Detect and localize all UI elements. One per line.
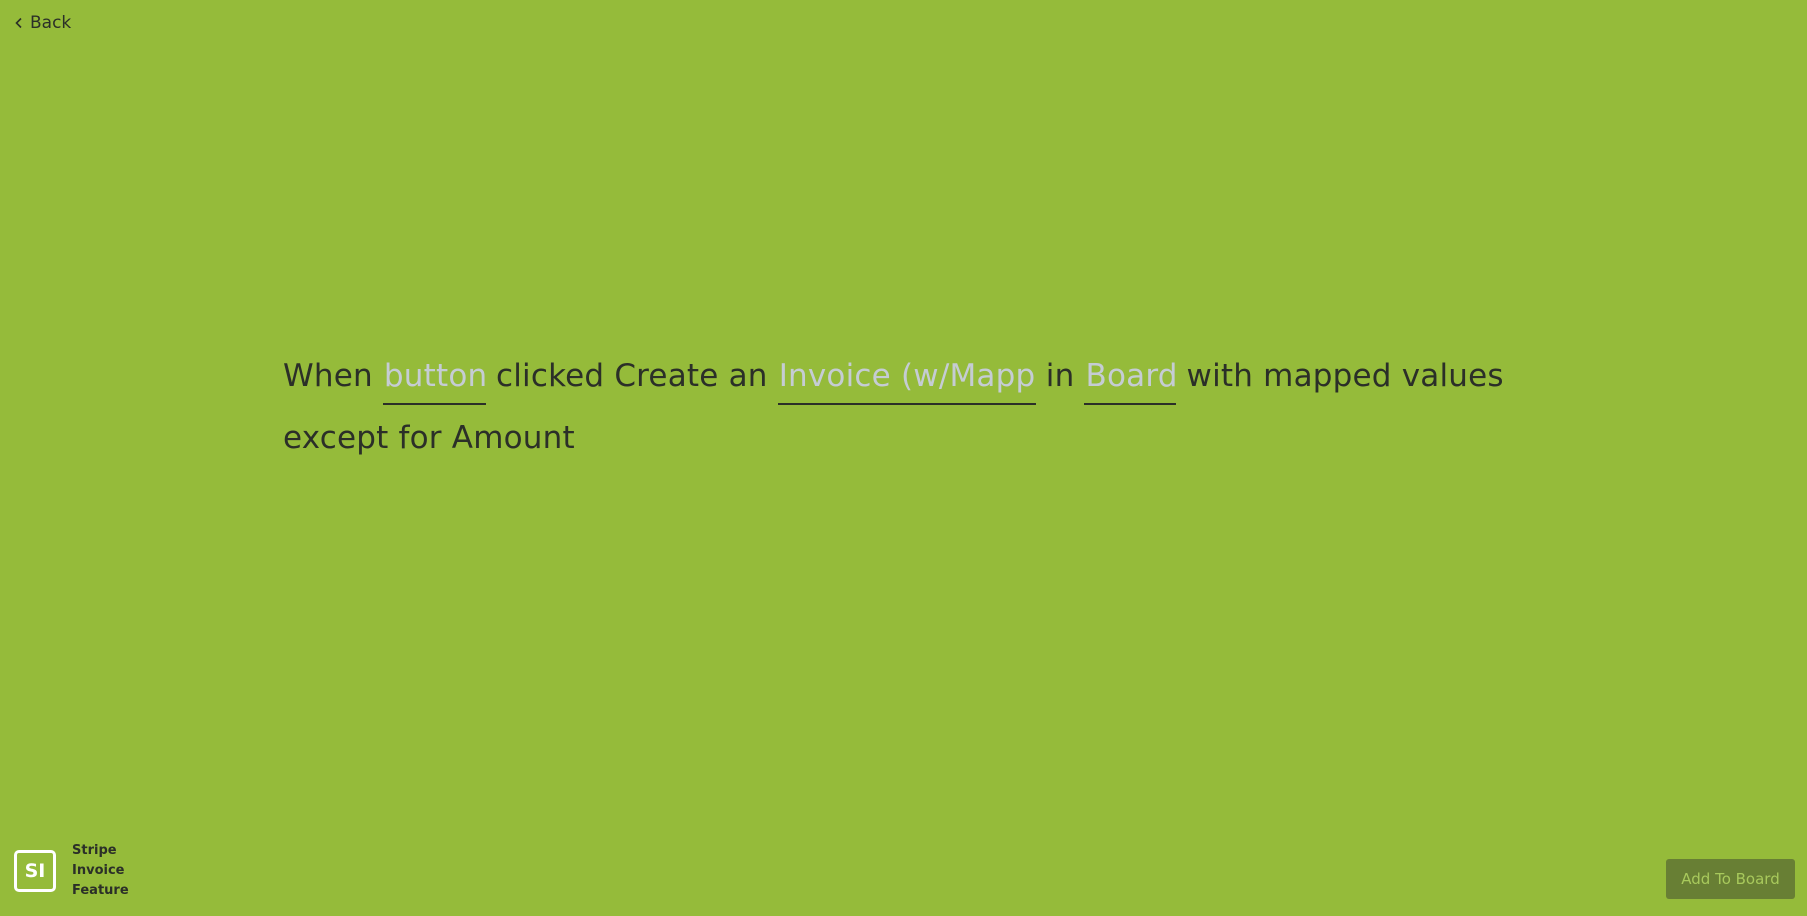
object-field[interactable] xyxy=(777,345,1036,405)
sentence-in: in xyxy=(1045,358,1075,394)
app-icon: SI xyxy=(14,850,56,892)
trigger-input[interactable] xyxy=(383,347,485,403)
add-to-board-button[interactable]: Add To Board xyxy=(1666,859,1795,899)
board-input[interactable] xyxy=(1085,347,1176,403)
sentence-when: When xyxy=(283,358,373,394)
object-input[interactable] xyxy=(778,347,1036,403)
recipe-sentence: When clicked Create an in with mapped va… xyxy=(283,345,1523,469)
chevron-left-icon xyxy=(15,17,22,29)
app-badge: SI Stripe Invoice Feature xyxy=(14,841,172,901)
app-name: Stripe Invoice Feature xyxy=(72,843,129,898)
back-link[interactable]: Back xyxy=(14,10,71,36)
sentence-clicked: clicked Create an xyxy=(495,358,768,394)
trigger-field[interactable] xyxy=(382,345,486,405)
board-field[interactable] xyxy=(1084,345,1177,405)
back-label: Back xyxy=(30,13,72,33)
